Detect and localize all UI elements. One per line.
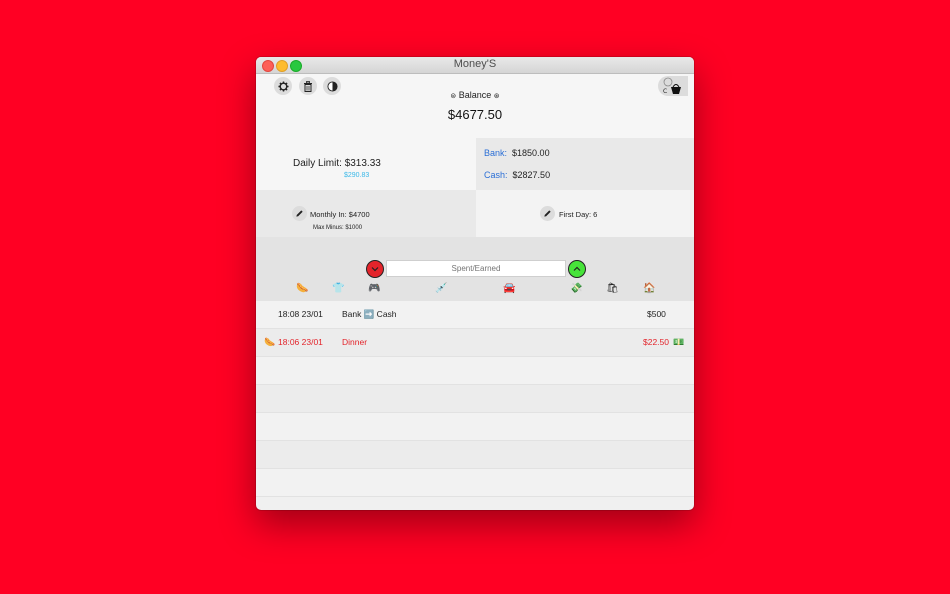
- daily-remaining-value: $290.83: [344, 172, 370, 179]
- app-window: Money'S ⊜ Balance ⊛ $4677.50 C Daily Lim…: [256, 57, 694, 510]
- cash-line[interactable]: Cash: $2827.50: [484, 170, 550, 180]
- empty-row: [256, 469, 694, 497]
- edit-monthly-button[interactable]: [292, 206, 307, 221]
- first-day-panel: First Day: 6: [476, 190, 694, 237]
- transaction-desc: Dinner: [342, 337, 368, 347]
- spent-button[interactable]: [366, 260, 384, 278]
- amount-input[interactable]: [386, 260, 566, 277]
- transaction-desc: Bank ➡️ Cash: [342, 309, 397, 319]
- category-money[interactable]: 💸: [570, 283, 582, 295]
- category-games[interactable]: 🎮: [368, 283, 380, 295]
- chevron-up-icon: [573, 266, 581, 271]
- category-food[interactable]: 🌭: [296, 283, 308, 295]
- balance-value: $4677.50: [447, 107, 503, 122]
- balance-label-text: Balance: [458, 90, 492, 100]
- cash-value: $2827.50: [512, 170, 551, 180]
- transaction-time: 18:06 23/01: [278, 337, 323, 347]
- pencil-icon: [544, 210, 551, 217]
- transaction-list: 18:08 23/01 Bank ➡️ Cash $500 🌭 18:06 23…: [256, 301, 694, 497]
- info-panel: Daily Limit: $313.33 $290.83 Bank: $1850…: [256, 138, 694, 190]
- balance-prev-icon[interactable]: ⊜: [450, 93, 456, 100]
- transaction-row[interactable]: 🌭 18:06 23/01 Dinner $22.50 💵: [256, 329, 694, 357]
- monthly-in-text: Monthly In: $4700: [310, 210, 370, 219]
- bank-value: $1850.00: [512, 148, 550, 158]
- category-home[interactable]: 🏠: [643, 283, 655, 295]
- svg-text:C: C: [663, 88, 667, 95]
- max-minus-text: Max Minus: $1000: [313, 225, 363, 231]
- corner-widget[interactable]: C: [658, 76, 688, 96]
- daily-limit-value: $313.33: [344, 158, 381, 169]
- daily-limit-panel: Daily Limit: $313.33 $290.83: [256, 138, 476, 190]
- transaction-row[interactable]: 18:08 23/01 Bank ➡️ Cash $500: [256, 301, 694, 329]
- monthly-panel: Monthly In: $4700 Max Minus: $1000: [256, 190, 476, 237]
- bank-label: Bank:: [484, 148, 508, 158]
- earned-button[interactable]: [568, 260, 586, 278]
- category-health[interactable]: 💉: [435, 283, 447, 295]
- accounts-panel: Bank: $1850.00 Cash: $2827.50: [476, 138, 694, 190]
- window-title: Money'S: [453, 58, 497, 70]
- transaction-category-icon: 🌭: [264, 337, 276, 347]
- transaction-amount: $500: [647, 309, 666, 319]
- empty-row: [256, 357, 694, 385]
- bank-line[interactable]: Bank: $1850.00: [484, 148, 550, 158]
- category-shopping[interactable]: 🛍: [606, 283, 619, 295]
- empty-row: [256, 385, 694, 413]
- balance-label: ⊜ Balance ⊛: [256, 90, 694, 100]
- transaction-time: 18:08 23/01: [278, 309, 323, 319]
- cash-label: Cash:: [484, 170, 508, 180]
- empty-row: [256, 413, 694, 441]
- daily-limit-text: Daily Limit: $313.33: [293, 158, 381, 169]
- basket-icon: C: [663, 77, 681, 95]
- chevron-down-icon: [371, 267, 379, 272]
- category-clothes[interactable]: 👕: [332, 283, 344, 295]
- cash-icon: 💵: [673, 337, 685, 347]
- entry-panel: 🌭 👕 🎮 💉 🚘 💸 🛍 🏠: [256, 237, 694, 301]
- daily-limit-label: Daily Limit:: [293, 158, 342, 169]
- balance-header: ⊜ Balance ⊛ $4677.50 C: [256, 74, 694, 138]
- empty-row: [256, 441, 694, 469]
- first-day-text: First Day: 6: [559, 210, 598, 219]
- category-car[interactable]: 🚘: [503, 283, 515, 295]
- pencil-icon: [296, 210, 303, 217]
- edit-first-day-button[interactable]: [540, 206, 555, 221]
- transaction-amount: $22.50: [643, 337, 669, 347]
- title-bar: Money'S: [256, 57, 694, 74]
- balance-next-icon[interactable]: ⊛: [494, 93, 500, 100]
